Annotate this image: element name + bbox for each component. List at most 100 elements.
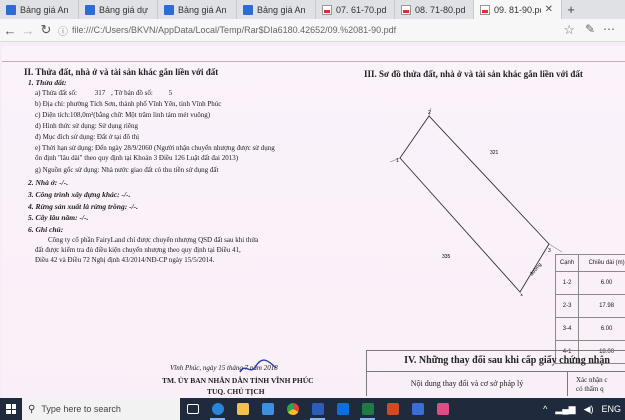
edge-cell: 2-3 [554, 294, 580, 318]
browser-tab[interactable]: Bảng giá An Phú R [158, 0, 237, 19]
back-icon[interactable]: ← [2, 22, 18, 38]
word-icon[interactable] [305, 398, 330, 420]
node-1-label: 1 [396, 158, 399, 164]
table-row: 1-2 6.00 [554, 271, 625, 295]
pdf-icon [480, 4, 490, 15]
star-icon[interactable]: ☆ [563, 22, 575, 38]
reading-list-icon[interactable]: ✎ [585, 22, 595, 36]
language-indicator[interactable]: ENG [601, 404, 621, 414]
origin-line: g) Nguồn gốc sử dụng: Nhà nước giao đất … [35, 166, 219, 174]
notes-line-1: Công ty cổ phần FairyLand chỉ được chuyể… [48, 236, 259, 244]
address-line: b) Địa chỉ: phường Tích Sơn, thành phố V… [35, 100, 222, 108]
house-line: 2. Nhà ở: -/-. [28, 178, 69, 187]
search-icon: ⚲ [28, 403, 36, 415]
browser-tab[interactable]: Bảng giá dự án Mc [79, 0, 158, 19]
length-cell: 6.00 [578, 317, 625, 341]
neighbor-321-label: 321 [490, 150, 499, 156]
usage-form-line: d) Hình thức sử dụng: Sử dụng riêng [35, 122, 138, 130]
notes-line-3: Điều 42 và Điều 72 Nghị định 43/2014/NĐ-… [35, 256, 215, 264]
chairman-line: TUQ. CHỦ TỊCH [207, 387, 265, 396]
browser-tab[interactable]: 07. 61-70.pdf [316, 0, 395, 19]
forest-line: 4. Rừng sản xuất là rừng trồng: -/-. [28, 202, 139, 211]
close-tab-icon[interactable]: ✕ [545, 4, 553, 15]
system-tray: ^ ▂▄▆ ◀) ENG [539, 398, 625, 420]
tab-label: Bảng giá An Phú R [257, 4, 307, 15]
store-icon[interactable] [255, 398, 280, 420]
photos-icon[interactable] [405, 398, 430, 420]
browser-tab[interactable]: Bảng giá An Phú R [0, 0, 79, 19]
edge-cell: 1-2 [554, 271, 580, 295]
usage-purpose-line: đ) Mục đích sử dụng: Đất ở tại đô thị [35, 133, 140, 141]
signature-icon [239, 359, 277, 373]
map-sheet: 5 [168, 89, 173, 97]
node-2-label: 2 [428, 110, 431, 116]
tab-label: Bảng giá dự án Mc [99, 4, 149, 15]
construction-line: 3. Công trình xây dựng khác: -/-. [28, 190, 131, 199]
confirm-header-line-1: Xác nhận c [576, 376, 608, 384]
doc-icon [243, 4, 253, 15]
length-cell: 17.98 [578, 294, 625, 318]
page-rule [2, 61, 625, 62]
task-view-icon[interactable] [180, 398, 205, 420]
address-bar: ← → ↻ ⓘ file:///C:/Users/BKVN/AppData/Lo… [0, 19, 625, 42]
table-row: 3-4 6.00 [554, 317, 625, 341]
pdf-viewport[interactable]: II. Thửa đất, nhà ở và tài sản khác gắn … [0, 42, 625, 398]
map-sheet-label: , Tờ bản đồ số: [110, 89, 153, 97]
share-icon[interactable]: ⋯ [603, 22, 615, 36]
tab-label: Bảng giá An Phú R [178, 4, 228, 15]
confirm-header-line-2: có thẩm q [576, 385, 604, 393]
road-label: đường [529, 262, 543, 277]
tab-label: 08. 71-80.pdf [415, 4, 465, 15]
node-3-label: 3 [548, 248, 551, 254]
edge-icon[interactable] [205, 398, 230, 420]
new-tab-button[interactable]: + [562, 0, 580, 19]
forward-icon[interactable]: → [20, 22, 36, 38]
confirm-column-header: Xác nhận c có thẩm q [568, 372, 625, 396]
volume-icon[interactable]: ◀) [584, 404, 594, 415]
usage-term-line: e) Thời hạn sử dụng: Đến ngày 28/9/2060 … [35, 144, 275, 152]
browser-tab[interactable]: Bảng giá An Phú R [237, 0, 316, 19]
doc-icon [6, 4, 16, 15]
section-3-title: III. Sơ đồ thửa đất, nhà ở và tài sản kh… [364, 69, 583, 79]
info-icon: ⓘ [58, 26, 68, 38]
file-explorer-icon[interactable] [230, 398, 255, 420]
usage-term-line-2: ổn định "lâu dài" theo quy định tại Khoả… [35, 154, 239, 162]
length-header: Chiều dài (m) [578, 254, 625, 272]
tab-label: Bảng giá An Phú R [20, 4, 70, 15]
windows-icon [6, 404, 16, 414]
browser-tab[interactable]: 08. 71-80.pdf [395, 0, 474, 19]
excel-icon[interactable] [355, 398, 380, 420]
section-2-title: II. Thửa đất, nhà ở và tài sản khác gắn … [24, 67, 219, 77]
pdf-icon [322, 4, 332, 15]
content-column-header: Nội dung thay đổi và cơ sở pháp lý [367, 372, 568, 396]
notes-line-2: đất được kiểm tra đủ điều kiện chuyển nh… [35, 246, 241, 254]
taskbar-search[interactable]: ⚲ Type here to search [22, 398, 180, 420]
powerpoint-icon[interactable] [380, 398, 405, 420]
edge-header: Cạnh [554, 254, 580, 272]
tab-label: 07. 61-70.pdf [336, 4, 386, 15]
section-4-title: IV. Những thay đổi sau khi cấp giấy chứn… [367, 351, 625, 372]
parcel-no: 317 [94, 89, 106, 97]
pdf-icon [401, 4, 411, 15]
search-placeholder: Type here to search [41, 404, 121, 414]
media-icon[interactable] [430, 398, 455, 420]
notes-heading: 6. Ghi chú: [28, 225, 64, 234]
doc-icon [164, 4, 174, 15]
refresh-icon[interactable]: ↻ [38, 22, 54, 38]
zalo-icon[interactable] [330, 398, 355, 420]
chrome-icon[interactable] [280, 398, 305, 420]
browser-tab-active[interactable]: 09. 81-90.pdf ✕ [474, 0, 562, 19]
network-icon[interactable]: ▂▄▆ [555, 404, 575, 415]
url-field[interactable]: ⓘ file:///C:/Users/BKVN/AppData/Local/Te… [58, 23, 396, 38]
start-button[interactable] [0, 398, 22, 420]
chevron-up-icon[interactable]: ^ [543, 404, 547, 414]
land-heading: 1. Thửa đất: [28, 78, 67, 87]
tab-strip: Bảng giá An Phú R Bảng giá dự án Mc Bảng… [0, 0, 625, 19]
url-text: file:///C:/Users/BKVN/AppData/Local/Temp… [72, 25, 397, 35]
tab-label: 09. 81-90.pdf [494, 4, 541, 15]
edge-cell: 3-4 [554, 317, 580, 341]
pdf-page: II. Thửa đất, nhà ở và tài sản khác gắn … [2, 46, 625, 398]
parcel-no-label: a) Thửa đất số: [35, 89, 77, 97]
doc-icon [85, 4, 95, 15]
area-line: c) Diện tích:108,0m²(bằng chữ: Một trăm … [35, 111, 211, 119]
